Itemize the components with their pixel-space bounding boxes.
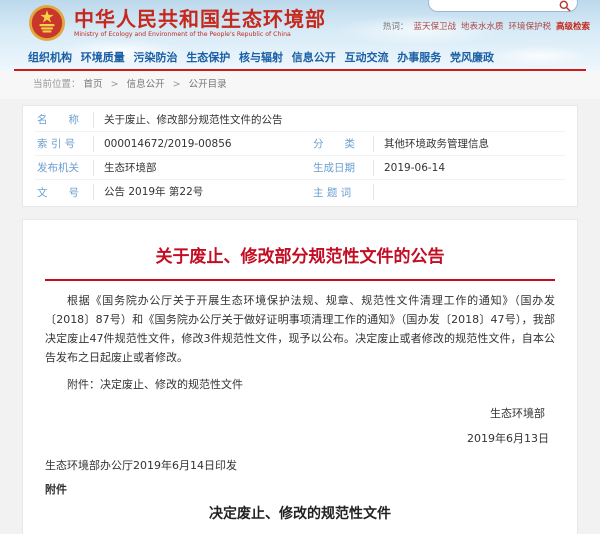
document-title: 关于废止、修改部分规范性文件的公告 bbox=[45, 242, 555, 267]
hotword-link-3[interactable]: 环境保护税 bbox=[508, 22, 551, 32]
breadcrumb-public-catalog[interactable]: 公开目录 bbox=[189, 79, 227, 90]
meta-label-name: 名 称 bbox=[35, 112, 93, 127]
nav-item-info-disclosure[interactable]: 信息公开 bbox=[292, 49, 336, 65]
document-sign-date: 2019年6月13日 bbox=[45, 430, 555, 446]
meta-value-docno: 公告 2019年 第22号 bbox=[93, 184, 311, 200]
national-emblem-logo bbox=[28, 4, 66, 42]
title-divider bbox=[45, 279, 555, 281]
hotwords-label: 热词： bbox=[383, 22, 409, 32]
meta-label-date: 生成日期 bbox=[311, 160, 373, 175]
meta-label-keywords: 主 题 词 bbox=[311, 185, 373, 200]
meta-value-date: 2019-06-14 bbox=[373, 160, 565, 176]
print-note: 生态环境部办公厅2019年6月14日印发 bbox=[45, 457, 555, 473]
search-icon[interactable] bbox=[559, 0, 571, 9]
attachment-line: 附件：决定废止、修改的规范性文件 bbox=[45, 376, 555, 392]
search-area: 热词： 蓝天保卫战地表水水质环境保护税高级检索 bbox=[374, 0, 594, 32]
breadcrumb: 当前位置： 首页 > 信息公开 > 公开目录 bbox=[0, 71, 600, 99]
nav-item-party-conduct[interactable]: 党风廉政 bbox=[450, 49, 494, 65]
meta-row-issuer-date: 发布机关 生态环境部 生成日期 2019-06-14 bbox=[35, 156, 565, 180]
hotword-link-1[interactable]: 蓝天保卫战 bbox=[413, 22, 456, 32]
document-body-paragraph: 根据《国务院办公厅关于开展生态环境保护法规、规章、规范性文件清理工作的通知》（国… bbox=[45, 291, 555, 367]
meta-table: 名 称 关于废止、修改部分规范性文件的公告 索 引 号 000014672/20… bbox=[22, 105, 578, 207]
document-card: 关于废止、修改部分规范性文件的公告 根据《国务院办公厅关于开展生态环境保护法规、… bbox=[22, 219, 578, 534]
meta-value-issuer: 生态环境部 bbox=[93, 160, 311, 176]
site-subtitle: Ministry of Ecology and Environment of t… bbox=[74, 30, 313, 38]
breadcrumb-home[interactable]: 首页 bbox=[84, 79, 103, 90]
site-header: 中华人民共和国生态环境部 Ministry of Ecology and Env… bbox=[0, 0, 600, 71]
meta-value-category: 其他环境政务管理信息 bbox=[373, 136, 565, 152]
nav-item-pollution-control[interactable]: 污染防治 bbox=[134, 49, 178, 65]
meta-label-issuer: 发布机关 bbox=[35, 160, 93, 175]
search-input[interactable] bbox=[437, 0, 557, 10]
nav-item-interaction[interactable]: 互动交流 bbox=[345, 49, 389, 65]
meta-row-docno-keywords: 文 号 公告 2019年 第22号 主 题 词 bbox=[35, 180, 565, 204]
appendix-title: 决定废止、修改的规范性文件 bbox=[45, 503, 555, 523]
advanced-search-link[interactable]: 高级检索 bbox=[556, 22, 590, 32]
nav-item-env-quality[interactable]: 环境质量 bbox=[81, 49, 125, 65]
masthead: 中华人民共和国生态环境部 Ministry of Ecology and Env… bbox=[0, 0, 600, 47]
search-box[interactable] bbox=[428, 0, 578, 12]
brand-text: 中华人民共和国生态环境部 Ministry of Ecology and Env… bbox=[74, 8, 326, 38]
breadcrumb-separator: > bbox=[111, 79, 119, 90]
hotwords: 热词： 蓝天保卫战地表水水质环境保护税高级检索 bbox=[374, 20, 594, 32]
meta-row-index-category: 索 引 号 000014672/2019-00856 分 类 其他环境政务管理信… bbox=[35, 132, 565, 156]
nav-item-organization[interactable]: 组织机构 bbox=[28, 49, 72, 65]
nav-item-nuclear-radiation[interactable]: 核与辐射 bbox=[239, 49, 283, 65]
site-brand[interactable]: 中华人民共和国生态环境部 Ministry of Ecology and Env… bbox=[28, 4, 326, 42]
meta-label-index: 索 引 号 bbox=[35, 136, 93, 151]
appendix-label: 附件 bbox=[45, 481, 555, 497]
site-title: 中华人民共和国生态环境部 bbox=[74, 8, 326, 30]
nav-item-eco-protection[interactable]: 生态保护 bbox=[186, 49, 230, 65]
meta-row-name: 名 称 关于废止、修改部分规范性文件的公告 bbox=[35, 108, 565, 132]
meta-label-category: 分 类 bbox=[311, 136, 373, 151]
breadcrumb-label: 当前位置： bbox=[33, 79, 81, 90]
document-signer: 生态环境部 bbox=[45, 405, 555, 421]
breadcrumb-info-disclosure[interactable]: 信息公开 bbox=[127, 79, 165, 90]
meta-label-docno: 文 号 bbox=[35, 185, 93, 200]
meta-value-keywords bbox=[373, 184, 565, 200]
page: 中华人民共和国生态环境部 Ministry of Ecology and Env… bbox=[0, 0, 600, 534]
breadcrumb-separator: > bbox=[173, 79, 181, 90]
nav-item-services[interactable]: 办事服务 bbox=[397, 49, 441, 65]
main-nav: 组织机构 环境质量 污染防治 生态保护 核与辐射 信息公开 互动交流 办事服务 … bbox=[14, 47, 586, 71]
hotword-link-2[interactable]: 地表水水质 bbox=[461, 22, 504, 32]
meta-value-name: 关于废止、修改部分规范性文件的公告 bbox=[93, 112, 565, 128]
meta-value-index: 000014672/2019-00856 bbox=[93, 136, 311, 152]
